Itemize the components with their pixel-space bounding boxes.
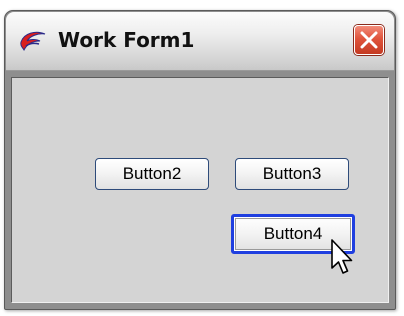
title-bar[interactable]: Work Form1 <box>6 12 394 71</box>
close-icon <box>360 31 378 49</box>
window-title: Work Form1 <box>58 28 195 52</box>
app-swoosh-icon <box>18 28 48 54</box>
button3[interactable]: Button3 <box>235 158 349 190</box>
arrow-pointer-icon <box>330 238 356 278</box>
button2[interactable]: Button2 <box>95 158 209 190</box>
close-button[interactable] <box>354 25 384 55</box>
